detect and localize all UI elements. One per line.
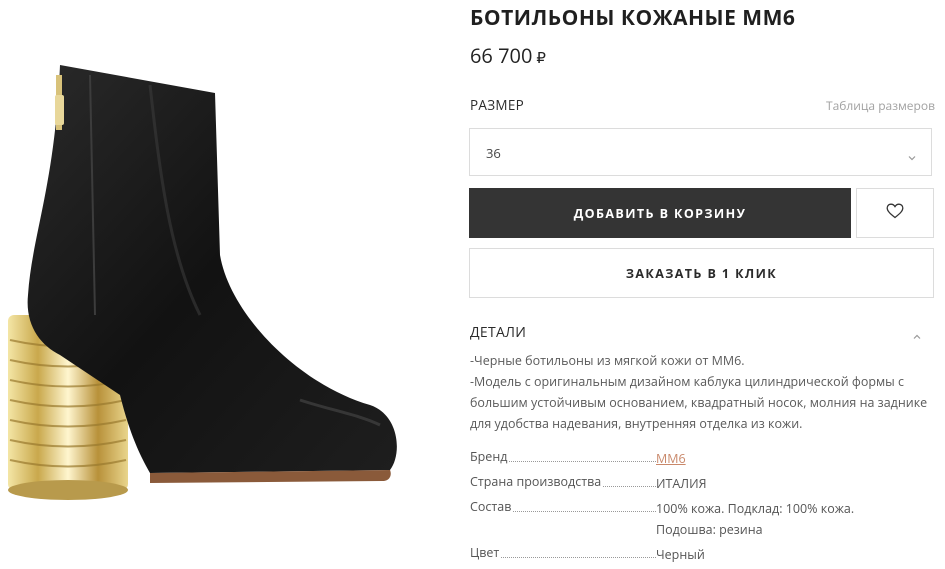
property-brand: Бренд MM6: [470, 448, 932, 473]
product-properties: Бренд MM6 Страна производства ИТАЛИЯ Сос…: [470, 448, 932, 569]
property-color: Цвет Черный: [470, 544, 932, 569]
add-to-cart-button[interactable]: ДОБАВИТЬ В КОРЗИНУ: [469, 188, 851, 238]
property-value: 100% кожа. Подклад: 100% кожа.: [656, 500, 855, 517]
chevron-up-icon: [912, 325, 922, 339]
property-value: ИТАЛИЯ: [656, 475, 707, 492]
property-key: Цвет: [470, 544, 502, 561]
currency-symbol: ₽: [536, 48, 546, 68]
product-description: -Черные ботильоны из мягкой кожи от MM6.…: [470, 350, 932, 434]
wishlist-button[interactable]: [856, 188, 934, 238]
product-price: 66 700 ₽: [470, 42, 546, 69]
property-key: Бренд: [470, 448, 510, 465]
property-composition: Состав 100% кожа. Подклад: 100% кожа. По…: [470, 498, 932, 544]
property-key: Страна производства: [470, 473, 604, 490]
brand-link[interactable]: MM6: [656, 448, 686, 469]
price-value: 66 700: [470, 42, 533, 69]
size-selected-value: 36: [486, 144, 501, 162]
heart-icon: [886, 202, 904, 224]
chevron-down-icon: [907, 146, 917, 161]
property-value: Черный: [656, 546, 705, 563]
size-chart-link[interactable]: Таблица размеров: [826, 97, 935, 114]
size-select[interactable]: 36: [469, 128, 932, 176]
product-title: БОТИЛЬОНЫ КОЖАНЫЕ MM6: [470, 4, 796, 32]
details-heading: ДЕТАЛИ: [470, 323, 527, 342]
details-toggle[interactable]: ДЕТАЛИ: [470, 320, 932, 342]
description-line: -Модель с оригинальным дизайном каблука …: [470, 373, 928, 432]
one-click-order-button[interactable]: ЗАКАЗАТЬ В 1 КЛИК: [469, 248, 934, 298]
property-value-line2: Подошва: резина: [656, 521, 763, 538]
property-country: Страна производства ИТАЛИЯ: [470, 473, 932, 498]
description-line: -Черные ботильоны из мягкой кожи от MM6.: [470, 352, 745, 369]
property-key: Состав: [470, 498, 514, 515]
size-label: РАЗМЕР: [470, 96, 525, 114]
product-image[interactable]: [0, 55, 410, 505]
